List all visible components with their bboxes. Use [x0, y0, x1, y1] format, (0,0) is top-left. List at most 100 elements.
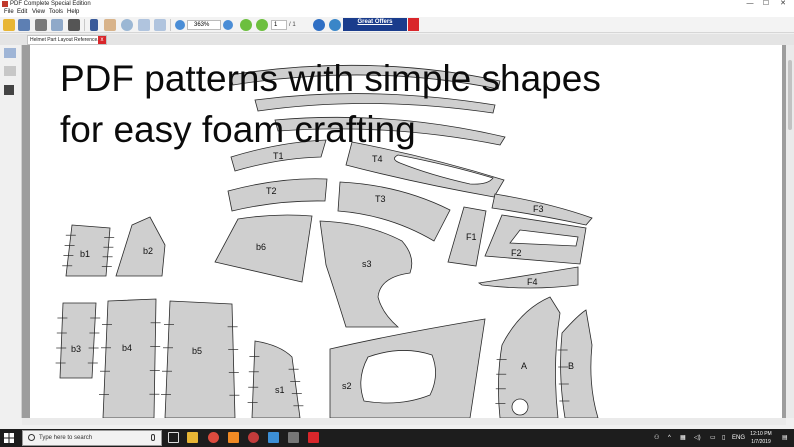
label-f4: F4 — [527, 277, 538, 287]
great-offers-banner[interactable]: Great Offers — [343, 18, 407, 31]
pattern-piece-s3 — [319, 220, 413, 328]
label-s2: s2 — [342, 381, 352, 391]
scan-icon[interactable] — [68, 19, 80, 31]
maximize-button[interactable]: ☐ — [758, 0, 774, 8]
label-b3: b3 — [71, 344, 81, 354]
page-number-input[interactable]: 1 — [271, 20, 287, 30]
people-icon[interactable]: ⚇ — [654, 429, 659, 447]
search-placeholder: Type here to search — [39, 435, 93, 441]
save-icon[interactable] — [18, 19, 30, 31]
email-icon[interactable] — [51, 19, 63, 31]
help-icon[interactable] — [313, 19, 325, 31]
close-button[interactable]: ✕ — [775, 0, 791, 8]
menu-bar: File Edit View Tools Help — [0, 8, 794, 17]
close-tab-icon[interactable]: x — [98, 36, 106, 44]
task-view-icon[interactable] — [168, 432, 179, 443]
zoom-level-select[interactable]: 363% — [187, 20, 221, 30]
clock-time: 12:10 PM — [750, 431, 772, 437]
print-icon[interactable] — [35, 19, 47, 31]
fit-page-icon[interactable] — [138, 19, 150, 31]
document-tab[interactable]: Helmet Part Layout Reference.pdf x — [27, 35, 107, 45]
network-icon[interactable]: ▦ — [680, 429, 686, 447]
volume-icon[interactable]: ◁) — [694, 429, 701, 447]
bookmarks-panel-icon[interactable] — [4, 66, 16, 76]
toolbar-separator — [84, 19, 85, 31]
select-cursor-icon[interactable] — [90, 19, 98, 31]
pinned-app-icon-2[interactable] — [288, 432, 299, 443]
label-t4: T4 — [372, 154, 383, 164]
label-a: A — [521, 361, 527, 371]
label-b4: b4 — [122, 343, 132, 353]
pattern-hole-a — [511, 398, 529, 416]
page-headline: PDF patterns with simple shapes for easy… — [60, 53, 601, 155]
offer-badge-icon[interactable] — [408, 18, 419, 31]
taskbar-search-box[interactable]: Type here to search — [22, 430, 162, 446]
pdf-complete-taskbar-icon[interactable] — [308, 432, 319, 443]
menu-tools[interactable]: Tools — [49, 8, 63, 17]
open-folder-icon[interactable] — [3, 19, 15, 31]
zoom-in-icon[interactable] — [223, 20, 233, 30]
system-clock[interactable]: 12:10 PM 1/7/2019 — [746, 430, 776, 446]
minimize-button[interactable]: — — [742, 0, 758, 8]
label-f3: F3 — [533, 204, 544, 214]
previous-page-icon[interactable] — [240, 19, 252, 31]
menu-edit[interactable]: Edit — [17, 8, 27, 17]
headline-line-2: for easy foam crafting — [60, 109, 416, 150]
language-indicator[interactable]: ENG — [732, 429, 745, 447]
binoculars-icon[interactable] — [4, 85, 14, 95]
pinned-app-icon[interactable] — [268, 432, 279, 443]
pattern-piece-b5 — [164, 300, 236, 418]
pattern-window-s2 — [360, 350, 436, 404]
fit-width-icon[interactable] — [154, 19, 166, 31]
zoom-out-icon[interactable] — [175, 20, 185, 30]
clock-date: 1/7/2019 — [751, 439, 771, 445]
menu-view[interactable]: View — [32, 8, 45, 17]
document-tab-bar — [0, 34, 794, 45]
pattern-piece-t2 — [227, 178, 328, 212]
battery-icon[interactable]: ▯ — [722, 429, 725, 447]
label-f2: F2 — [511, 248, 522, 258]
headline-line-1: PDF patterns with simple shapes — [60, 58, 601, 99]
media-app-icon[interactable] — [248, 432, 259, 443]
pages-panel-icon[interactable] — [4, 48, 16, 58]
windows-start-icon[interactable] — [4, 433, 14, 443]
windows-taskbar: Type here to search ⚇ ^ ▦ ◁) ▭ ▯ ENG 12:… — [0, 429, 794, 447]
pattern-piece-s1 — [251, 340, 301, 418]
zoom-tool-icon[interactable] — [121, 19, 133, 31]
label-t2: T2 — [266, 186, 277, 196]
label-s3: s3 — [362, 259, 372, 269]
pattern-piece-b — [560, 309, 599, 418]
pattern-piece-b2 — [115, 216, 166, 277]
search-icon — [28, 434, 35, 441]
display-icon[interactable]: ▭ — [710, 429, 716, 447]
hand-tool-icon[interactable] — [104, 19, 116, 31]
label-b: B — [568, 361, 574, 371]
pattern-piece-a — [498, 296, 561, 418]
window-title: PDF Complete Special Edition — [10, 1, 91, 7]
chrome-icon[interactable] — [208, 432, 219, 443]
notifications-icon[interactable]: ▤ — [782, 429, 788, 447]
menu-file[interactable]: File — [4, 8, 14, 17]
pdf-page: PDF patterns with simple shapes for easy… — [30, 45, 782, 418]
label-b6: b6 — [256, 242, 266, 252]
title-bar: PDF Complete Special Edition — ☐ ✕ — [0, 0, 794, 8]
document-tab-title: Helmet Part Layout Reference.pdf — [30, 37, 106, 43]
next-page-icon[interactable] — [256, 19, 268, 31]
vertical-scrollbar-thumb[interactable] — [788, 60, 792, 130]
page-count: / 1 — [289, 22, 296, 28]
tray-expand-icon[interactable]: ^ — [668, 429, 671, 447]
label-s1: s1 — [275, 385, 285, 395]
menu-help[interactable]: Help — [67, 8, 79, 17]
navigation-sidebar — [0, 45, 22, 418]
app-icon — [2, 1, 8, 7]
label-t3: T3 — [375, 194, 386, 204]
label-b5: b5 — [192, 346, 202, 356]
label-b2: b2 — [143, 246, 153, 256]
microphone-icon[interactable] — [151, 434, 155, 441]
horizontal-scrollbar[interactable] — [22, 418, 786, 425]
pdf-app-icon[interactable] — [228, 432, 239, 443]
pattern-piece-b3 — [59, 302, 97, 379]
globe-icon[interactable] — [329, 19, 341, 31]
file-explorer-icon[interactable] — [187, 432, 198, 443]
pattern-piece-b4 — [102, 298, 157, 418]
